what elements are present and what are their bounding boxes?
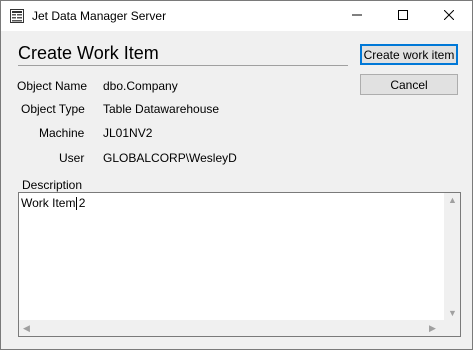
title-divider bbox=[18, 65, 348, 66]
object-name-label: Object Name bbox=[17, 79, 88, 93]
title-bar[interactable]: Jet Data Manager Server bbox=[1, 1, 472, 31]
description-label: Description bbox=[22, 178, 83, 192]
scroll-right-icon[interactable]: ▶ bbox=[429, 324, 436, 333]
window-title: Jet Data Manager Server bbox=[32, 9, 167, 23]
scroll-up-icon[interactable]: ▲ bbox=[448, 196, 457, 205]
text-caret bbox=[76, 197, 77, 210]
close-icon bbox=[443, 9, 455, 23]
scroll-corner bbox=[444, 320, 460, 336]
minimize-icon bbox=[352, 9, 362, 23]
page-title: Create Work Item bbox=[18, 43, 159, 63]
app-icon bbox=[10, 9, 24, 23]
maximize-button[interactable] bbox=[380, 1, 426, 31]
scroll-left-icon[interactable]: ◀ bbox=[23, 324, 30, 333]
maximize-icon bbox=[398, 9, 408, 23]
vertical-scrollbar[interactable]: ▲ ▼ bbox=[444, 193, 460, 321]
scroll-down-icon[interactable]: ▼ bbox=[448, 309, 457, 318]
object-name-value: dbo.Company bbox=[103, 79, 178, 93]
user-value: GLOBALCORP\WesleyD bbox=[103, 151, 237, 165]
machine-label: Machine bbox=[39, 126, 85, 140]
close-button[interactable] bbox=[426, 1, 472, 31]
object-type-label: Object Type bbox=[21, 102, 85, 116]
horizontal-scrollbar[interactable]: ◀ ▶ bbox=[19, 320, 444, 336]
user-label: User bbox=[59, 151, 85, 165]
cancel-button[interactable]: Cancel bbox=[360, 74, 458, 95]
create-work-item-button[interactable]: Create work item bbox=[360, 44, 458, 65]
object-type-value: Table Datawarehouse bbox=[103, 102, 220, 116]
description-textarea[interactable]: Work Item 2 ▲ ▼ ◀ ▶ bbox=[18, 192, 461, 337]
machine-value: JL01NV2 bbox=[103, 126, 153, 140]
dialog-window: Jet Data Manager Server Create Work Item… bbox=[0, 0, 473, 350]
minimize-button[interactable] bbox=[334, 1, 380, 31]
